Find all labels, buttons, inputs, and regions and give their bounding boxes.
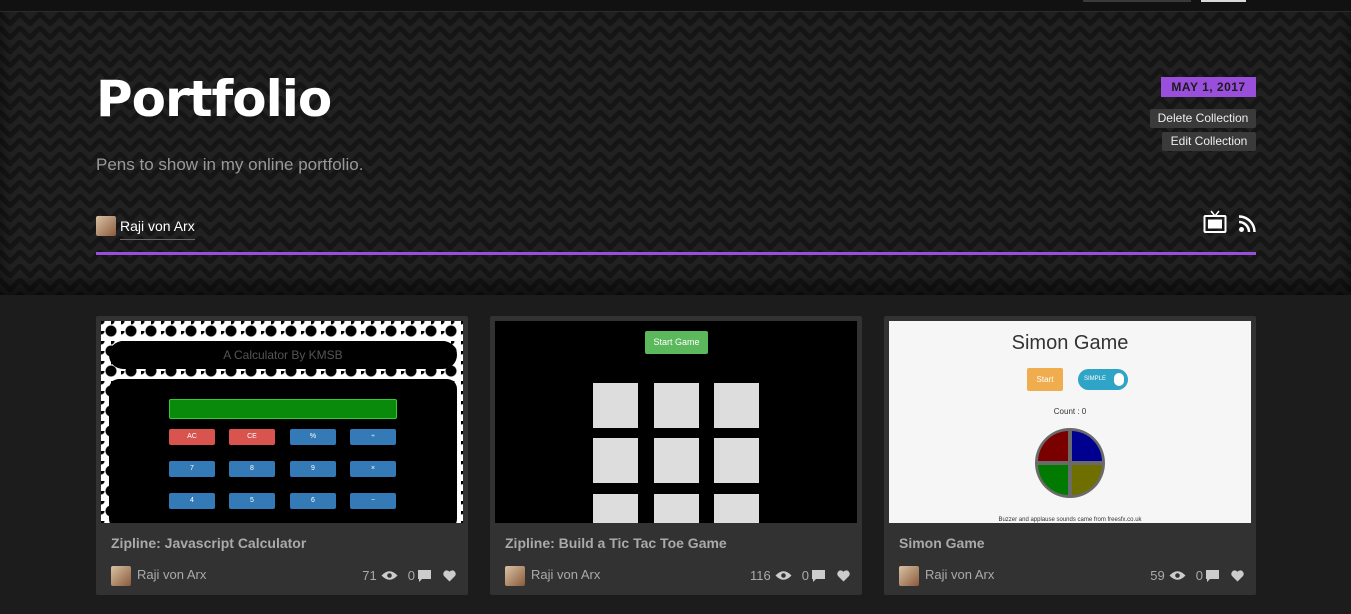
pen-title-link[interactable]: Zipline: Build a Tic Tac Toe Game	[505, 535, 727, 551]
avatar[interactable]	[111, 566, 131, 586]
board-cell	[593, 438, 638, 483]
board-cell	[593, 383, 638, 428]
calculator-heading: A Calculator By KMSB	[109, 341, 457, 369]
calc-key: CE	[229, 429, 275, 445]
pen-stats: 59 0	[1150, 568, 1244, 583]
pen-author-link[interactable]: Raji von Arx	[137, 567, 206, 582]
edit-collection-button[interactable]: Edit Collection	[1162, 132, 1256, 151]
comment-count: 0	[407, 568, 415, 583]
toggle-knob	[1114, 373, 1124, 386]
comment-icon[interactable]	[1206, 569, 1219, 582]
pen-card[interactable]: A Calculator By KMSB AC CE % ÷ 7 8 9 × 4…	[96, 316, 468, 595]
board-cell	[714, 438, 759, 483]
calculator-body: AC CE % ÷ 7 8 9 × 4 5 6 −	[109, 379, 457, 523]
avatar[interactable]	[899, 566, 919, 586]
collection-header: Portfolio Pens to show in my online port…	[0, 12, 1351, 295]
calc-key: %	[290, 429, 336, 445]
header-divider	[96, 252, 1256, 255]
pen-thumbnail[interactable]: Start Game	[495, 321, 857, 523]
view-count: 59	[1150, 568, 1165, 583]
tv-icon[interactable]	[1203, 210, 1227, 234]
heart-icon[interactable]	[443, 569, 456, 582]
eye-icon	[1169, 571, 1186, 580]
eye-icon	[775, 571, 792, 580]
calc-key: ÷	[350, 429, 396, 445]
collection-description: Pens to show in my online portfolio.	[96, 155, 364, 174]
view-count: 116	[750, 568, 771, 583]
simon-board	[1035, 428, 1105, 498]
comment-icon[interactable]	[812, 569, 825, 582]
calc-key: 6	[290, 493, 336, 509]
avatar[interactable]	[505, 566, 525, 586]
calc-key: ×	[350, 461, 396, 477]
simon-start-button: Start	[1027, 368, 1063, 391]
date-badge: MAY 1, 2017	[1161, 77, 1256, 97]
board-cell	[654, 494, 699, 523]
calc-key: −	[350, 493, 396, 509]
pen-stats: 71 0	[362, 568, 456, 583]
calc-key: 7	[169, 461, 215, 477]
pen-thumbnail[interactable]: Simon Game Start SIMPLE Count : 0 Buzzer…	[889, 321, 1251, 523]
pen-author-link[interactable]: Raji von Arx	[531, 567, 600, 582]
comment-count: 0	[801, 568, 809, 583]
pen-thumbnail[interactable]: A Calculator By KMSB AC CE % ÷ 7 8 9 × 4…	[101, 321, 463, 523]
pen-author-link[interactable]: Raji von Arx	[925, 567, 994, 582]
calc-key: 8	[229, 461, 275, 477]
comment-icon[interactable]	[418, 569, 431, 582]
board-cell	[593, 494, 638, 523]
heart-icon[interactable]	[1231, 569, 1244, 582]
pen-stats: 116 0	[750, 568, 850, 583]
rss-icon[interactable]	[1239, 215, 1256, 232]
calc-key: 4	[169, 493, 215, 509]
pen-title-link[interactable]: Simon Game	[899, 535, 985, 551]
eye-icon	[381, 571, 398, 580]
top-nav-bar	[0, 0, 1351, 12]
delete-collection-button[interactable]: Delete Collection	[1150, 109, 1256, 128]
avatar[interactable]	[96, 216, 116, 236]
mode-label: SIMPLE	[1084, 376, 1107, 382]
owner-name-link[interactable]: Raji von Arx	[120, 218, 195, 240]
calc-key: AC	[169, 429, 215, 445]
pen-card[interactable]: Simon Game Start SIMPLE Count : 0 Buzzer…	[884, 316, 1256, 595]
calc-key: 5	[229, 493, 275, 509]
view-count: 71	[362, 568, 377, 583]
calculator-screen	[169, 399, 397, 419]
calc-key: 9	[290, 461, 336, 477]
comment-count: 0	[1195, 568, 1203, 583]
mode-toggle: SIMPLE	[1078, 369, 1128, 390]
top-nav-button[interactable]	[1201, 0, 1246, 2]
simon-count: Count : 0	[1053, 407, 1087, 416]
pen-title-link[interactable]: Zipline: Javascript Calculator	[111, 535, 306, 551]
board-cell	[714, 383, 759, 428]
start-game-button: Start Game	[645, 331, 708, 354]
simon-footer: Buzzer and applause sounds came from fre…	[998, 517, 1142, 523]
collection-owner[interactable]: Raji von Arx	[96, 212, 195, 240]
pen-card[interactable]: Start Game Zipline: Build a Tic Tac Toe …	[490, 316, 862, 595]
heart-icon[interactable]	[837, 569, 850, 582]
board-cell	[714, 494, 759, 523]
page-title: Portfolio	[96, 70, 332, 128]
simon-heading: Simon Game	[1011, 332, 1129, 354]
board-cell	[654, 438, 699, 483]
board-cell	[654, 383, 699, 428]
top-nav-search[interactable]	[1083, 0, 1191, 2]
